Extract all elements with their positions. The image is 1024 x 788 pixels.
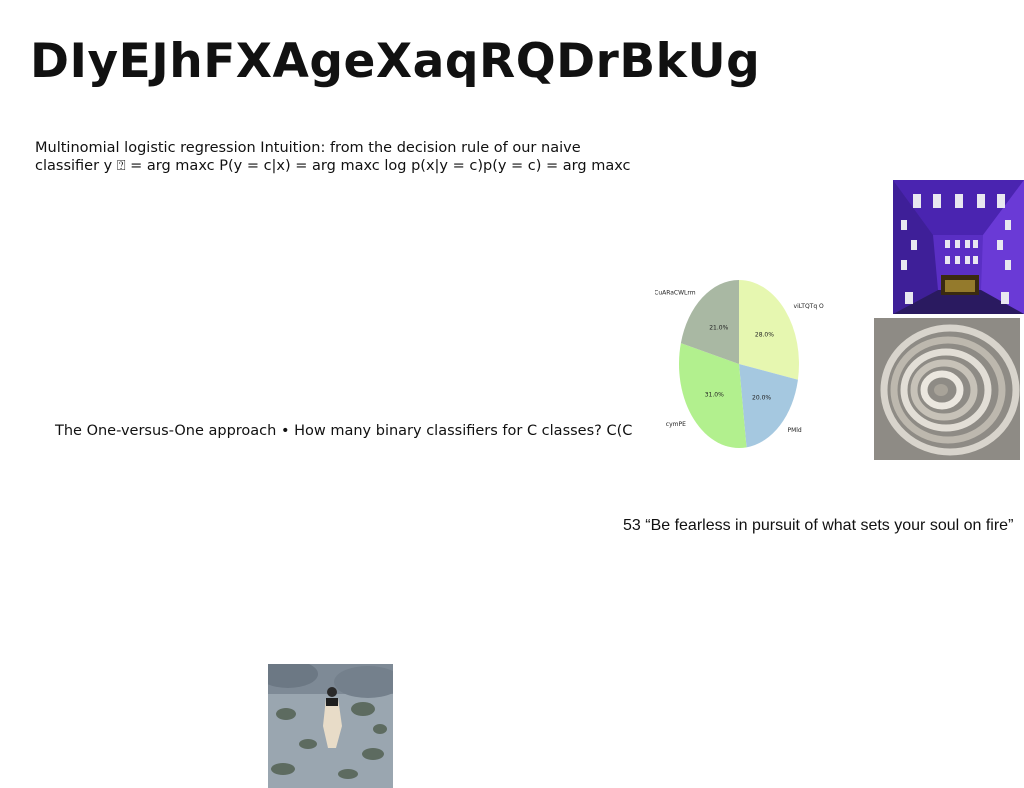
pie-value-label-1: 20.0% [752, 395, 771, 402]
paragraph-line-2: classifier y ⍰ = arg maxc P(y = c|x) = a… [35, 158, 631, 174]
slide-title: DIyEJhFXAgeXaqRQDrBkUg [30, 34, 761, 89]
quote-text: 53 “Be fearless in pursuit of what sets … [623, 517, 1014, 534]
pie-category-label-2: cymPE [666, 421, 686, 428]
pie-value-label-3: 21.0% [709, 324, 728, 331]
regression-paragraph: Multinomial logistic regression Intuitio… [35, 139, 631, 175]
spiral-sculpture-photo [874, 318, 1020, 460]
pie-value-label-2: 31.0% [705, 392, 724, 399]
pie-category-label-1: PMld [787, 427, 801, 434]
pie-category-label-3: CuARaCWLrm [655, 289, 696, 296]
pie-value-label-0: 28.0% [755, 332, 774, 339]
pie-chart: 28.0% viLTQTq O 20.0% PMld 31.0% cymPE 21.0% Cu… [655, 280, 825, 448]
paragraph-line-1: Multinomial logistic regression Intuitio… [35, 140, 581, 156]
desert-figure-photo [268, 664, 393, 788]
pie-category-label-0: viLTQTq O [794, 303, 825, 310]
building-courtyard-photo [893, 180, 1024, 314]
pie-slice-0 [739, 280, 799, 380]
one-vs-one-text: The One-versus-One approach • How many b… [55, 423, 633, 439]
